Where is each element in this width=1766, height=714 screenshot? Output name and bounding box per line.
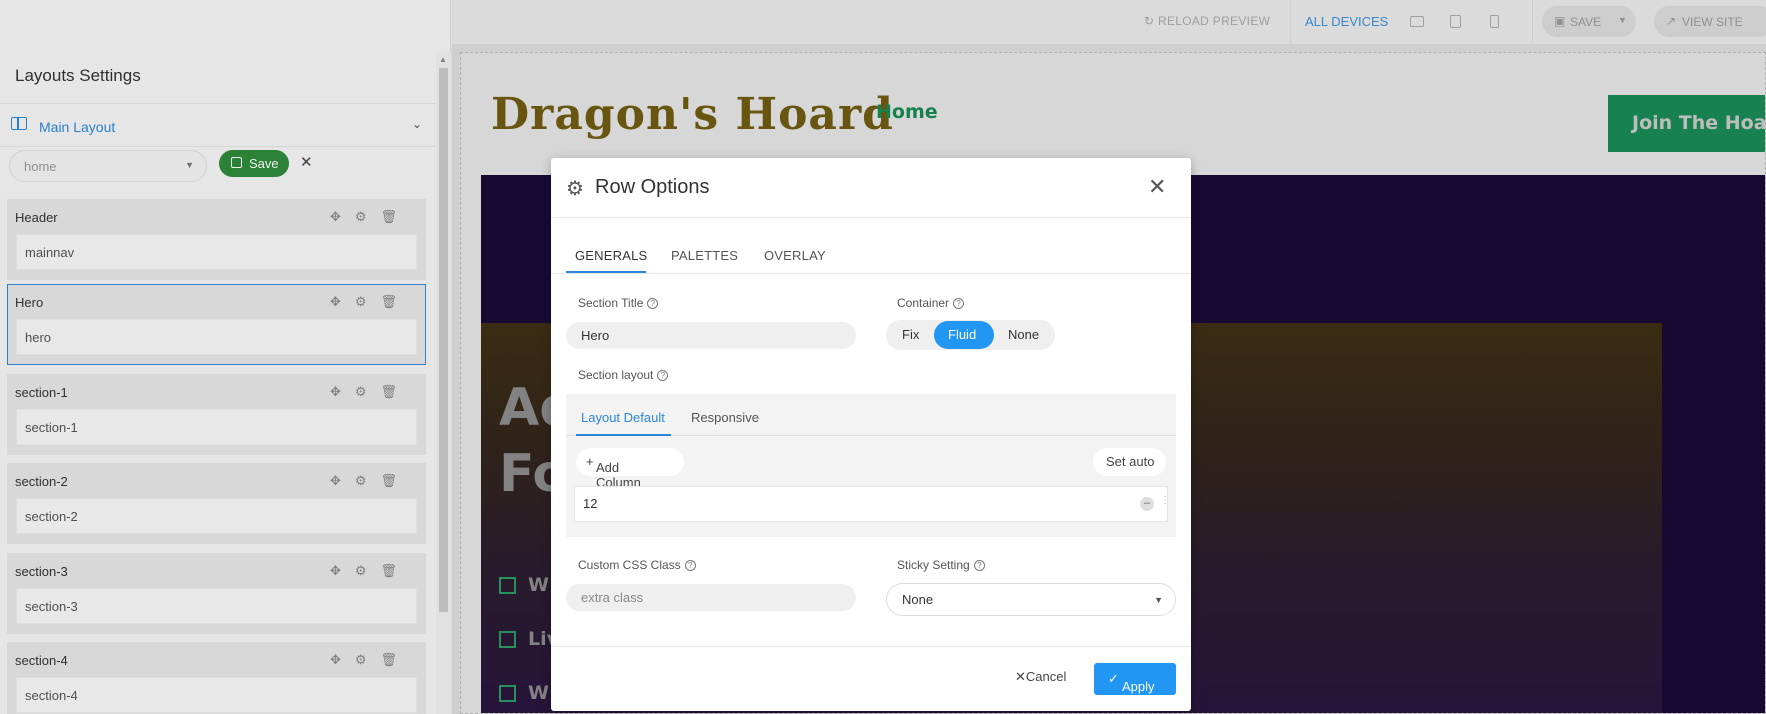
gear-icon: ⚙	[566, 178, 584, 200]
row-options-modal: ⚙ Row Options ✕ GENERALS PALETTES OVERLA…	[551, 158, 1191, 711]
select-arrow-icon: ▼	[1154, 595, 1163, 605]
custom-css-input[interactable]: extra class	[566, 584, 856, 611]
custom-css-label: Custom CSS Class?	[578, 558, 696, 572]
section-title-label-text: Section Title	[578, 296, 644, 310]
section-title-input[interactable]: Hero	[566, 322, 856, 349]
section-layout-panel: Layout Default Responsive + Add Column S…	[566, 394, 1176, 537]
drag-handle-icon[interactable]: ⋮	[1160, 495, 1170, 506]
section-title-value: Hero	[581, 328, 610, 343]
cancel-label: Cancel	[1025, 669, 1067, 684]
tab-overlay[interactable]: OVERLAY	[764, 248, 826, 263]
set-auto-button[interactable]: Set auto	[1093, 448, 1166, 476]
sticky-setting-label: Sticky Setting?	[897, 558, 985, 572]
sticky-setting-label-text: Sticky Setting	[897, 558, 970, 572]
tab-palettes[interactable]: PALETTES	[671, 248, 738, 263]
add-column-content: + Add Column	[586, 454, 641, 490]
layout-tabs: Layout Default Responsive	[566, 394, 1176, 436]
set-auto-label: Set auto	[1106, 454, 1155, 469]
help-icon[interactable]: ?	[657, 370, 669, 382]
sticky-setting-value: None	[902, 592, 934, 607]
help-icon[interactable]: ?	[973, 560, 985, 572]
tab-responsive[interactable]: Responsive	[691, 410, 759, 425]
modal-footer-divider	[551, 646, 1191, 647]
add-column-button[interactable]: + Add Column	[576, 448, 684, 490]
active-tab-indicator	[576, 434, 671, 436]
custom-css-placeholder: extra class	[581, 590, 644, 605]
remove-column-icon[interactable]: –	[1140, 497, 1154, 511]
container-option-fix[interactable]: Fix	[902, 327, 919, 342]
apply-content: ✓ Apply	[1108, 671, 1155, 694]
custom-css-label-text: Custom CSS Class	[578, 558, 681, 572]
tab-layout-default[interactable]: Layout Default	[581, 410, 665, 425]
container-option-fluid[interactable]: Fluid	[934, 321, 994, 349]
apply-label: Apply	[1122, 679, 1155, 694]
column-size: 12	[583, 496, 598, 511]
container-label-text: Container	[897, 296, 950, 310]
close-icon[interactable]: ✕	[1148, 174, 1166, 200]
modal-header: ⚙ Row Options ✕	[551, 158, 1191, 218]
container-segmented-control: Fix Fluid None	[886, 320, 1055, 350]
help-icon[interactable]: ?	[647, 298, 659, 310]
modal-title: Row Options	[595, 176, 710, 198]
sticky-setting-select[interactable]: None ▼	[886, 583, 1176, 616]
column-row[interactable]: 12 – ⋮	[574, 486, 1170, 522]
section-layout-label: Section layout?	[578, 368, 669, 382]
help-icon[interactable]: ?	[953, 298, 965, 310]
tab-generals[interactable]: GENERALS	[575, 248, 647, 263]
active-tab-indicator	[566, 271, 646, 273]
apply-button[interactable]: ✓ Apply	[1094, 663, 1176, 695]
modal-tabs: GENERALS PALETTES OVERLAY	[551, 232, 1191, 274]
container-option-fluid-label: Fluid	[948, 327, 977, 342]
container-label: Container?	[897, 296, 965, 310]
section-title-label: Section Title?	[578, 296, 659, 310]
section-layout-label-text: Section layout	[578, 368, 654, 382]
help-icon[interactable]: ?	[684, 560, 696, 572]
cancel-button[interactable]: ✕Cancel	[1015, 669, 1066, 685]
container-option-none[interactable]: None	[1008, 327, 1039, 342]
